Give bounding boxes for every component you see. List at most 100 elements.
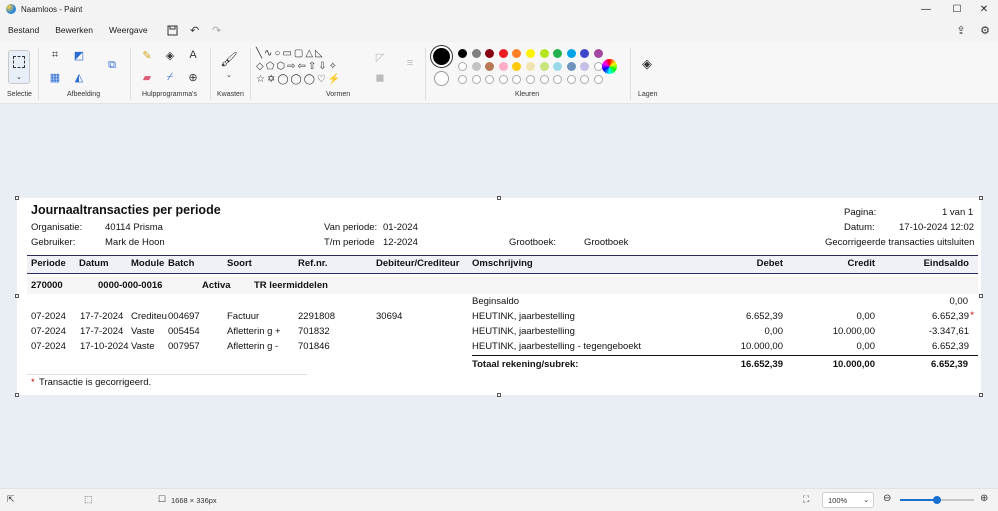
save-icon[interactable] — [162, 21, 184, 39]
color-swatch[interactable] — [458, 62, 467, 71]
menu-file[interactable]: Bestand — [0, 25, 47, 35]
canvas-image[interactable]: Journaaltransacties per periode Organisa… — [17, 198, 981, 395]
empty-color-slot[interactable] — [526, 75, 535, 84]
group-label-tools: Hulpprogramma's — [142, 91, 198, 98]
cell-datum: 17-10-2024 — [80, 341, 129, 352]
resize-handle[interactable] — [15, 393, 19, 397]
menu-edit[interactable]: Bewerken — [47, 25, 101, 35]
color-swatch[interactable] — [553, 62, 563, 71]
image-adjust-icon[interactable]: ⧉ — [105, 58, 119, 72]
zoom-dropdown[interactable]: 100% ⌄ — [822, 492, 874, 508]
menu-view[interactable]: Weergave — [101, 25, 156, 35]
resize-handle[interactable] — [979, 196, 983, 200]
select-button[interactable]: ⌄ — [8, 50, 30, 84]
footnote-rule — [27, 374, 307, 375]
cell-datum: 17-7-2024 — [80, 326, 124, 337]
settings-icon[interactable]: ⚙ — [974, 21, 996, 39]
resize-handle[interactable] — [15, 196, 19, 200]
empty-color-slot[interactable] — [553, 75, 563, 84]
ribbon-separator — [38, 48, 39, 100]
cell-soort: Afletterin g - — [227, 341, 279, 352]
brush-chevron-icon[interactable]: ⌄ — [222, 68, 236, 82]
resize-handle[interactable] — [979, 393, 983, 397]
cell-debcred: 30694 — [376, 311, 403, 322]
color-swatch[interactable] — [580, 62, 590, 71]
minimize-button[interactable]: — — [912, 0, 940, 18]
color-picker-icon[interactable]: ⌿ — [163, 70, 177, 84]
color-swatch[interactable] — [580, 49, 590, 58]
eraser-icon[interactable]: ▰ — [140, 70, 154, 84]
color-swatch[interactable] — [498, 62, 508, 71]
resize-handle[interactable] — [979, 294, 983, 298]
fill-icon[interactable]: ◈ — [163, 48, 177, 62]
empty-color-slot[interactable] — [458, 75, 467, 84]
table-header: Periode Datum Module Batch Soort Ref.nr.… — [27, 256, 978, 273]
primary-color[interactable] — [433, 48, 450, 65]
color-swatch[interactable] — [498, 49, 508, 58]
share-icon[interactable]: ⇪ — [950, 21, 972, 39]
resize-handle[interactable] — [497, 393, 501, 397]
color-swatch[interactable] — [471, 62, 481, 71]
color-swatch[interactable] — [485, 62, 495, 71]
empty-color-slot[interactable] — [566, 75, 576, 84]
empty-color-slot[interactable] — [485, 75, 495, 84]
resize-icon[interactable]: ◩ — [72, 48, 86, 62]
color-swatch[interactable] — [458, 49, 467, 58]
total-debet: 16.652,39 — [740, 359, 783, 370]
opening-label: Beginsaldo — [472, 296, 520, 307]
color-swatch[interactable] — [539, 62, 549, 71]
color-swatch[interactable] — [553, 49, 563, 58]
shape-fill-icon[interactable]: ◼ — [373, 70, 387, 84]
undo-icon[interactable]: ↶ — [184, 21, 206, 39]
total-credit: 10.000,00 — [832, 359, 875, 370]
empty-color-slot[interactable] — [594, 75, 603, 84]
opening-value: 0,00 — [949, 296, 969, 307]
magnifier-icon[interactable]: ⊕ — [186, 70, 200, 84]
empty-color-slot[interactable] — [580, 75, 590, 84]
color-swatch[interactable] — [526, 62, 535, 71]
account-number: 0000-000-0016 — [98, 280, 163, 291]
empty-color-slot[interactable] — [471, 75, 481, 84]
color-swatch[interactable] — [512, 49, 522, 58]
group-label-layers: Lagen — [638, 91, 658, 98]
window-title: Naamloos - Paint — [21, 4, 83, 14]
shapes-gallery[interactable]: ╲∿○▭▢△◺ ◇⬠⬡⇨⇦⇧⇩✧ ☆✡◯◯◯♡⚡ — [256, 47, 360, 89]
zoom-in-icon[interactable]: ⊕ — [980, 493, 988, 504]
edit-colors-icon[interactable] — [602, 59, 617, 74]
text-icon[interactable]: A — [186, 48, 200, 62]
zoom-slider[interactable] — [900, 496, 974, 504]
title-bar: Naamloos - Paint — ☐ ✕ — [0, 0, 998, 18]
zoom-out-icon[interactable]: ⊖ — [883, 493, 891, 504]
account-type: Activa — [202, 280, 231, 291]
pencil-icon[interactable]: ✎ — [140, 48, 154, 62]
fit-to-window-icon[interactable]: ⛶ — [803, 494, 809, 505]
color-swatch[interactable] — [485, 49, 495, 58]
color-swatch[interactable] — [512, 62, 522, 71]
group-label-shapes: Vormen — [326, 91, 351, 98]
empty-color-slot[interactable] — [512, 75, 522, 84]
color-swatch[interactable] — [566, 62, 576, 71]
layers-icon[interactable]: ◈ — [640, 56, 654, 71]
color-swatch[interactable] — [566, 49, 576, 58]
shape-outline-icon[interactable]: ◸ — [373, 50, 387, 64]
rotate-icon[interactable]: ◭ — [72, 70, 86, 84]
color-swatch[interactable] — [471, 49, 481, 58]
empty-color-slot[interactable] — [498, 75, 508, 84]
resize-handle[interactable] — [15, 294, 19, 298]
redo-icon[interactable]: ↷ — [206, 21, 228, 39]
color-swatch[interactable] — [594, 49, 603, 58]
maximize-button[interactable]: ☐ — [943, 0, 971, 18]
close-button[interactable]: ✕ — [970, 0, 998, 18]
zoom-value: 100% — [828, 496, 848, 505]
shape-size-icon[interactable]: ≡ — [403, 56, 417, 70]
empty-color-slot[interactable] — [539, 75, 549, 84]
secondary-color[interactable] — [434, 71, 449, 86]
color-swatch[interactable] — [526, 49, 535, 58]
brush-icon[interactable]: 🖌 — [220, 51, 238, 67]
color-swatch[interactable] — [539, 49, 549, 58]
zoom-slider-thumb[interactable] — [933, 496, 941, 504]
col-omschrijving: Omschrijving — [472, 258, 533, 269]
crop-icon[interactable]: ⌗ — [48, 48, 62, 62]
select-all-icon[interactable]: ▦ — [48, 70, 62, 84]
resize-handle[interactable] — [497, 196, 501, 200]
